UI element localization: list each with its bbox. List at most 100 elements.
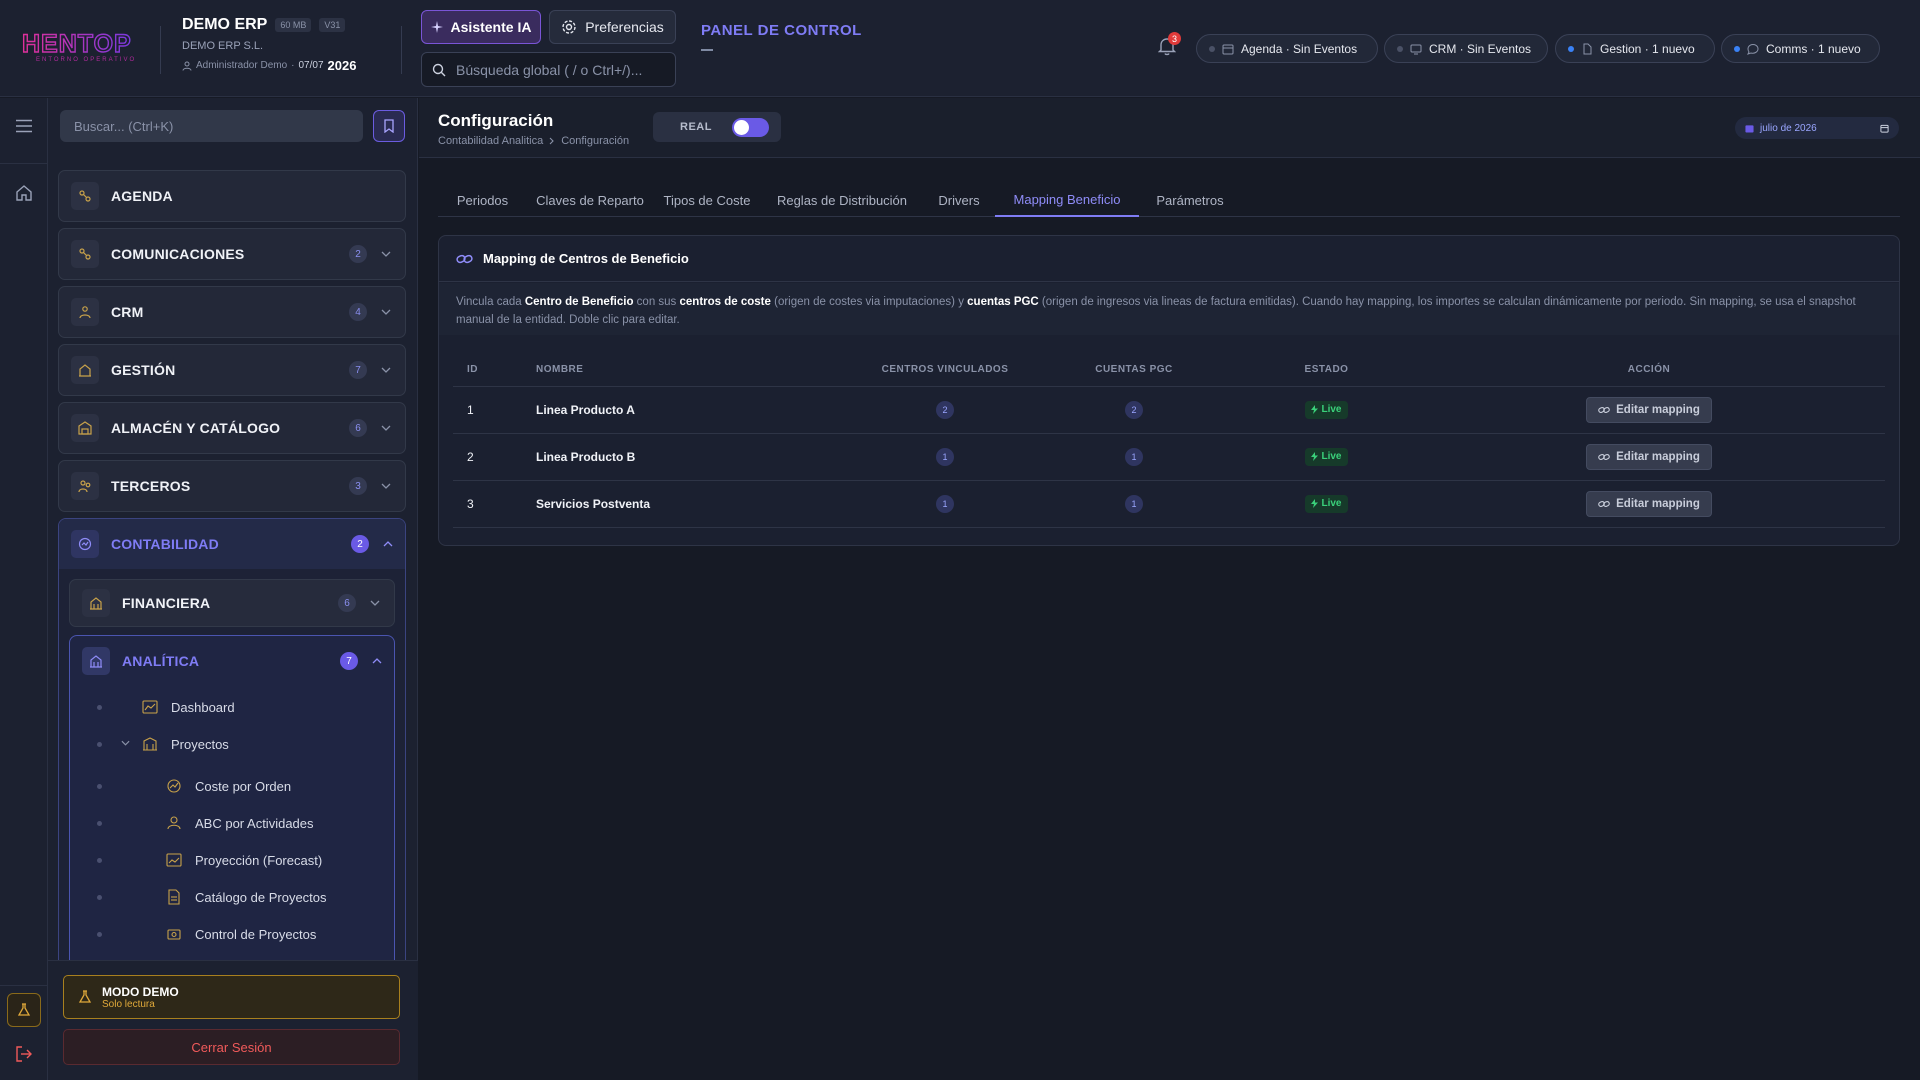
panel-title[interactable]: PANEL DE CONTROL — [701, 22, 862, 39]
ai-assistant-label: Asistente IA — [450, 19, 532, 35]
table-row[interactable]: 1 Linea Producto A 2 2 Live Editar mappi… — [453, 386, 1885, 434]
panel-title-underline — [701, 49, 713, 51]
calendar-icon — [1745, 124, 1754, 133]
sidebar-subitem-control-proyectos[interactable]: Control de Proyectos — [70, 919, 396, 949]
version-chip: V31 — [319, 18, 346, 32]
tab-parametros[interactable]: Parámetros — [1139, 183, 1241, 217]
sidebar-subitem-label: Control de Proyectos — [195, 927, 317, 942]
tab-drivers[interactable]: Drivers — [923, 183, 995, 217]
search-icon — [432, 63, 446, 76]
cell-accion: Editar mapping — [1413, 433, 1885, 481]
sidebar-subitem-label: ABC por Actividades — [195, 816, 314, 831]
calendar-icon — [1222, 44, 1234, 54]
sidebar-item-label: AGENDA — [111, 188, 173, 204]
status-dot — [1209, 45, 1215, 52]
company-info: DEMO ERP 60 MB V31 DEMO ERP S.L. Adminis… — [182, 16, 392, 73]
column-header[interactable]: CUENTAS PGC — [1028, 354, 1240, 387]
hamburger-menu-button[interactable] — [12, 114, 36, 138]
dashboard-icon — [142, 700, 158, 714]
status-pill-agenda[interactable]: Agenda · Sin Eventos — [1196, 34, 1378, 63]
tab-claves-reparto[interactable]: Claves de Reparto — [527, 183, 653, 217]
status-pill-gestion[interactable]: Gestion · 1 nuevo — [1555, 34, 1715, 63]
page-header: Configuración Contabilidad Analitica Con… — [419, 98, 1920, 158]
sidebar-subitem-coste-por-orden[interactable]: Coste por Orden — [70, 771, 396, 801]
sidebar-item-label: COMUNICACIONES — [111, 246, 245, 262]
edit-mapping-button[interactable]: Editar mapping — [1586, 396, 1712, 423]
column-header[interactable]: NOMBRE — [536, 354, 862, 387]
sidebar-item-analitica[interactable]: ANALÍTICA 7 — [70, 636, 396, 686]
column-header[interactable]: ID — [453, 354, 536, 387]
notifications-button[interactable]: 3 — [1157, 32, 1181, 58]
demo-mode-button[interactable] — [7, 993, 41, 1027]
divider — [401, 26, 402, 74]
mapping-card: Mapping de Centros de Beneficio Vincula … — [438, 235, 1900, 546]
sidebar-search[interactable] — [60, 110, 363, 142]
tab-reglas-distribucion[interactable]: Reglas de Distribución — [761, 183, 923, 217]
cell-name: Servicios Postventa — [536, 480, 862, 528]
mode-toggle[interactable]: REAL — [653, 112, 781, 142]
logout-button[interactable]: Cerrar Sesión — [63, 1029, 400, 1065]
tab-mapping-beneficio[interactable]: Mapping Beneficio — [995, 183, 1139, 217]
tab-tipos-coste[interactable]: Tipos de Coste — [653, 183, 761, 217]
sidebar-subitem-abc-actividades[interactable]: ABC por Actividades — [70, 808, 396, 838]
column-header[interactable]: CENTROS VINCULADOS — [862, 354, 1028, 387]
cell-cuentas: 1 — [1028, 480, 1240, 528]
sidebar-item-label: TERCEROS — [111, 478, 191, 494]
company-legal-name: DEMO ERP S.L. — [182, 40, 264, 52]
sidebar-item-crm[interactable]: CRM 4 — [58, 286, 406, 338]
cell-centros: 2 — [862, 386, 1028, 434]
mode-switch[interactable] — [732, 118, 769, 137]
preferences-button[interactable]: Preferencias — [549, 10, 676, 44]
flask-icon — [17, 1003, 31, 1016]
cell-cuentas: 2 — [1028, 386, 1240, 434]
sidebar-subitem-proyectos[interactable]: Proyectos — [70, 729, 396, 759]
table-row[interactable]: 2 Linea Producto B 1 1 Live Editar mappi… — [453, 433, 1885, 481]
period-date-picker[interactable]: julio de 2026 — [1735, 117, 1899, 139]
tab-periodos[interactable]: Periodos — [438, 183, 527, 217]
crm-icon — [1410, 44, 1422, 54]
sidebar-item-agenda[interactable]: AGENDA — [58, 170, 406, 222]
home-button[interactable] — [12, 181, 36, 205]
global-search-input[interactable] — [456, 61, 666, 78]
ai-assistant-button[interactable]: Asistente IA — [421, 10, 541, 44]
status-pill-label: Comms · 1 nuevo — [1766, 41, 1861, 56]
sidebar-pin-button[interactable] — [373, 110, 405, 142]
sidebar-item-almacen[interactable]: ALMACÉN Y CATÁLOGO 6 — [58, 402, 406, 454]
cell-centros: 1 — [862, 480, 1028, 528]
logout-icon-button[interactable] — [12, 1042, 36, 1066]
status-badge: Live — [1305, 494, 1348, 513]
agenda-icon — [71, 182, 99, 210]
sidebar-item-contabilidad[interactable]: CONTABILIDAD 2 — [59, 519, 405, 569]
hamburger-icon — [16, 119, 32, 133]
cell-id: 3 — [453, 480, 536, 528]
logo-image: HENTOP — [22, 30, 131, 56]
global-search[interactable] — [421, 52, 676, 87]
sidebar-subitem-catalogo-proyectos[interactable]: Catálogo de Proyectos — [70, 882, 396, 912]
sidebar-item-gestion[interactable]: GESTIÓN 7 — [58, 344, 406, 396]
edit-mapping-button[interactable]: Editar mapping — [1586, 490, 1712, 517]
status-pill-comms[interactable]: Comms · 1 nuevo — [1721, 34, 1880, 63]
sidebar-search-input[interactable] — [74, 118, 344, 134]
status-pill-crm[interactable]: CRM · Sin Eventos — [1384, 34, 1548, 63]
cell-estado: Live — [1240, 386, 1413, 434]
desc-bold: cuentas PGC — [967, 296, 1039, 308]
logo[interactable]: HENTOP ENTORNO OPERATIVO — [22, 30, 144, 64]
sidebar-item-financiera[interactable]: FINANCIERA 6 — [69, 579, 395, 627]
sidebar-item-comunicaciones[interactable]: COMUNICACIONES 2 — [58, 228, 406, 280]
edit-mapping-button[interactable]: Editar mapping — [1586, 443, 1712, 470]
divider — [0, 985, 48, 986]
sidebar-item-label: FINANCIERA — [122, 595, 211, 611]
table-row[interactable]: 3 Servicios Postventa 1 1 Live Editar ma… — [453, 480, 1885, 528]
breadcrumb-item[interactable]: Contabilidad Analitica — [438, 135, 543, 147]
sidebar-subitem-label: Coste por Orden — [195, 779, 292, 794]
sidebar-subitem-dashboard[interactable]: Dashboard — [70, 692, 396, 722]
user-name: Administrador Demo — [196, 60, 288, 71]
status-pill-label: CRM · Sin Eventos — [1429, 41, 1532, 56]
icon-rail — [0, 98, 48, 1080]
bullet — [97, 821, 102, 826]
column-header[interactable]: ACCIÓN — [1413, 354, 1885, 387]
user-icon — [182, 61, 192, 71]
sidebar-subitem-forecast[interactable]: Proyección (Forecast) — [70, 845, 396, 875]
column-header[interactable]: ESTADO — [1240, 354, 1413, 387]
sidebar-item-terceros[interactable]: TERCEROS 3 — [58, 460, 406, 512]
